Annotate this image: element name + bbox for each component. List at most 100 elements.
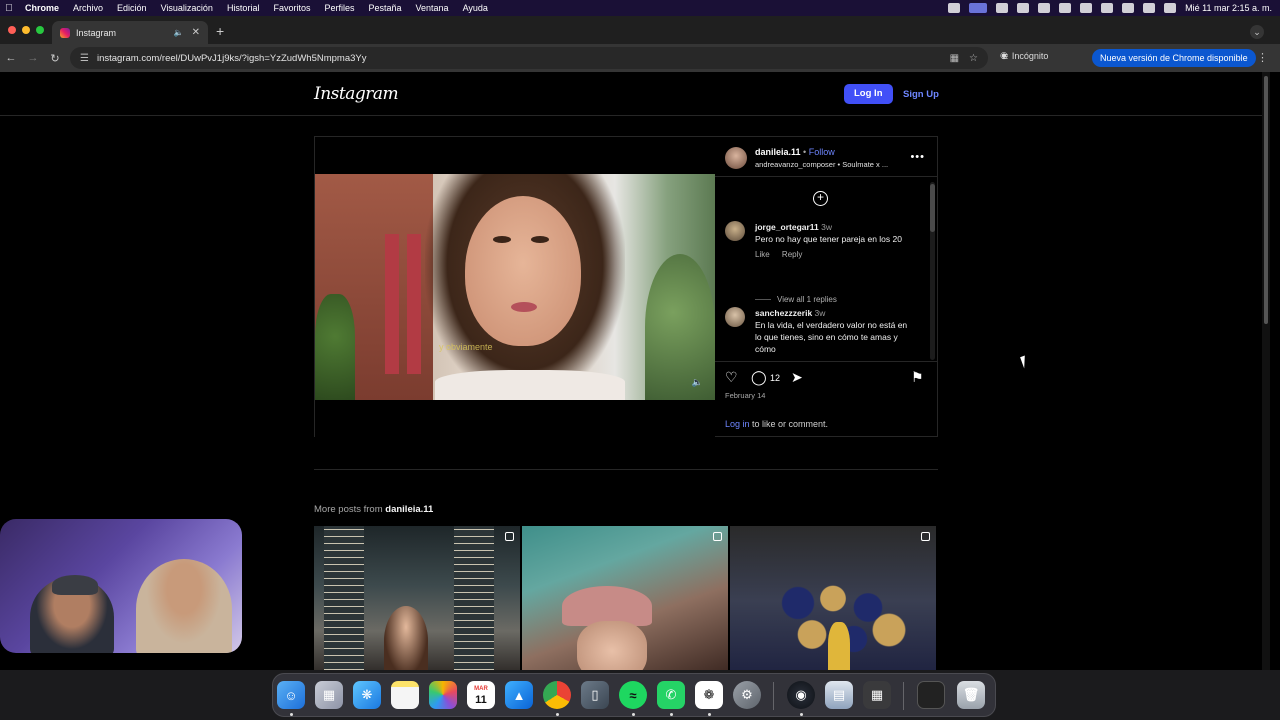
new-tab-icon[interactable]: + bbox=[216, 23, 224, 39]
notes-icon[interactable] bbox=[391, 681, 419, 709]
follow-button[interactable]: Follow bbox=[809, 147, 835, 157]
author-username[interactable]: danileia.11 bbox=[755, 147, 801, 157]
close-window-icon[interactable] bbox=[8, 26, 16, 34]
battery-icon[interactable] bbox=[1080, 3, 1093, 13]
comment-body: sanchezzzerik 3w En la vida, el verdader… bbox=[755, 307, 915, 355]
signup-link[interactable]: Sign Up bbox=[903, 89, 939, 100]
status-app-icon[interactable] bbox=[948, 3, 961, 13]
incognito-indicator[interactable]: ◉ Incógnito bbox=[1000, 50, 1048, 61]
finder-icon[interactable]: ☺ bbox=[277, 681, 305, 709]
menu-edicion[interactable]: Edición bbox=[110, 3, 154, 13]
obs-icon[interactable]: ◉ bbox=[787, 681, 815, 709]
comment-icon[interactable]: ◯ bbox=[751, 369, 767, 386]
menu-perfiles[interactable]: Perfiles bbox=[317, 3, 361, 13]
trash-icon[interactable]: 🗑 bbox=[957, 681, 985, 709]
chrome-update-button[interactable]: Nueva versión de Chrome disponible bbox=[1092, 49, 1256, 67]
post-sidebar: danileia.11 • Follow andreavanzo_compose… bbox=[715, 137, 937, 436]
bookmark-star-icon[interactable]: ☆ bbox=[969, 53, 978, 64]
audio-attribution[interactable]: andreavanzo_composer • Soulmate x ... bbox=[755, 160, 888, 169]
post-thumbnail[interactable] bbox=[730, 526, 936, 670]
comment-like-button[interactable]: Like bbox=[755, 250, 770, 259]
display-icon[interactable] bbox=[1038, 3, 1051, 13]
site-info-icon[interactable]: ☰ bbox=[80, 53, 89, 64]
comment-reply-button[interactable]: Reply bbox=[782, 250, 802, 259]
login-button[interactable]: Log In bbox=[844, 84, 893, 104]
comment-time: 3w bbox=[814, 308, 826, 318]
webcam-cap bbox=[52, 575, 98, 595]
whatsapp-icon[interactable]: ✆ bbox=[657, 681, 685, 709]
commenter-avatar[interactable] bbox=[725, 221, 745, 241]
url-text[interactable]: instagram.com/reel/DUwPvJ1j9ks/?igsh=YzZ… bbox=[97, 53, 950, 64]
calculator-icon[interactable]: ▦ bbox=[863, 681, 891, 709]
iphone-mirroring-icon[interactable]: ▯ bbox=[581, 681, 609, 709]
menu-visualizacion[interactable]: Visualización bbox=[154, 3, 220, 13]
forward-icon[interactable]: → bbox=[22, 52, 44, 64]
chrome-menu-icon[interactable]: ⋮ bbox=[1257, 51, 1268, 64]
status-icon-2[interactable] bbox=[996, 3, 1009, 13]
more-posts-heading: More posts from danileia.11 bbox=[314, 504, 433, 515]
share-icon[interactable]: ➤ bbox=[791, 369, 803, 386]
menu-archivo[interactable]: Archivo bbox=[66, 3, 110, 13]
more-options-icon[interactable]: ••• bbox=[910, 151, 925, 163]
running-indicator bbox=[556, 713, 559, 716]
control-center-icon[interactable] bbox=[1143, 3, 1156, 13]
launchpad-icon[interactable]: ▦ bbox=[315, 681, 343, 709]
chatgpt-icon[interactable]: ❁ bbox=[695, 681, 723, 709]
back-icon[interactable]: ← bbox=[0, 52, 22, 64]
post-thumbnail[interactable] bbox=[522, 526, 728, 670]
reel-video[interactable]: y obviamente 🔈 bbox=[315, 174, 715, 400]
spotify-icon[interactable]: ≈ bbox=[619, 681, 647, 709]
view-replies-button[interactable]: View all 1 replies bbox=[755, 295, 837, 304]
spotlight-icon[interactable] bbox=[1122, 3, 1135, 13]
wifi-icon[interactable] bbox=[1101, 3, 1114, 13]
comment-count: 12 bbox=[770, 373, 781, 383]
comments-scrollbar[interactable] bbox=[930, 182, 935, 360]
menu-app[interactable]: Chrome bbox=[18, 3, 66, 13]
safari-icon[interactable]: ❋ bbox=[353, 681, 381, 709]
author-avatar[interactable] bbox=[725, 147, 747, 169]
calendar-icon[interactable]: MAR 11 bbox=[467, 681, 495, 709]
keynote-icon[interactable]: ▲ bbox=[505, 681, 533, 709]
reel-media[interactable]: y obviamente 🔈 bbox=[315, 137, 715, 437]
address-bar[interactable]: ☰ instagram.com/reel/DUwPvJ1j9ks/?igsh=Y… bbox=[70, 47, 988, 69]
instagram-logo[interactable]: Instagram bbox=[314, 84, 399, 104]
comment-username[interactable]: sanchezzzerik bbox=[755, 308, 812, 318]
page-scrollbar[interactable] bbox=[1262, 72, 1270, 670]
status-icon-3[interactable] bbox=[1017, 3, 1030, 13]
preview-icon[interactable]: ▤ bbox=[825, 681, 853, 709]
play-icon[interactable] bbox=[1059, 3, 1072, 13]
add-circle-icon[interactable]: + bbox=[813, 191, 828, 206]
apple-icon[interactable]:  bbox=[0, 3, 18, 14]
translate-icon[interactable]: ▦ bbox=[950, 53, 959, 64]
menu-ventana[interactable]: Ventana bbox=[409, 3, 456, 13]
close-tab-icon[interactable]: ✕ bbox=[192, 27, 200, 38]
post-thumbnail[interactable] bbox=[314, 526, 520, 670]
menu-historial[interactable]: Historial bbox=[220, 3, 267, 13]
bookmark-icon[interactable]: ⚑ bbox=[911, 369, 924, 386]
speaker-icon[interactable]: 🔈 bbox=[174, 28, 184, 37]
audio-toggle-icon[interactable]: 🔈 bbox=[692, 377, 703, 388]
comment-username[interactable]: jorge_ortegar11 bbox=[755, 222, 819, 232]
more-posts-username[interactable]: danileia.11 bbox=[385, 504, 433, 515]
siri-icon[interactable] bbox=[1164, 3, 1177, 13]
comments-scrollbar-thumb[interactable] bbox=[930, 184, 935, 232]
settings-icon[interactable]: ⚙ bbox=[733, 681, 761, 709]
screen-record-icon[interactable] bbox=[969, 3, 988, 13]
page-scrollbar-thumb[interactable] bbox=[1264, 76, 1268, 324]
commenter-avatar[interactable] bbox=[725, 307, 745, 327]
zoom-window-icon[interactable] bbox=[36, 26, 44, 34]
menu-pestana[interactable]: Pestaña bbox=[361, 3, 408, 13]
heart-icon[interactable]: ♡ bbox=[725, 369, 738, 386]
recent-window-icon[interactable] bbox=[917, 681, 945, 709]
minimize-window-icon[interactable] bbox=[22, 26, 30, 34]
photos-icon[interactable] bbox=[429, 681, 457, 709]
login-link[interactable]: Log in bbox=[725, 419, 750, 429]
reload-icon[interactable]: ↻ bbox=[44, 52, 66, 65]
tab-instagram[interactable]: Instagram 🔈 ✕ bbox=[52, 21, 208, 44]
tab-search-icon[interactable]: ⌄ bbox=[1250, 25, 1264, 39]
replies-line bbox=[755, 299, 771, 301]
menu-favoritos[interactable]: Favoritos bbox=[266, 3, 317, 13]
clock[interactable]: Mié 11 mar 2:15 a. m. bbox=[1185, 3, 1272, 13]
menu-ayuda[interactable]: Ayuda bbox=[456, 3, 495, 13]
chrome-icon[interactable] bbox=[543, 681, 571, 709]
